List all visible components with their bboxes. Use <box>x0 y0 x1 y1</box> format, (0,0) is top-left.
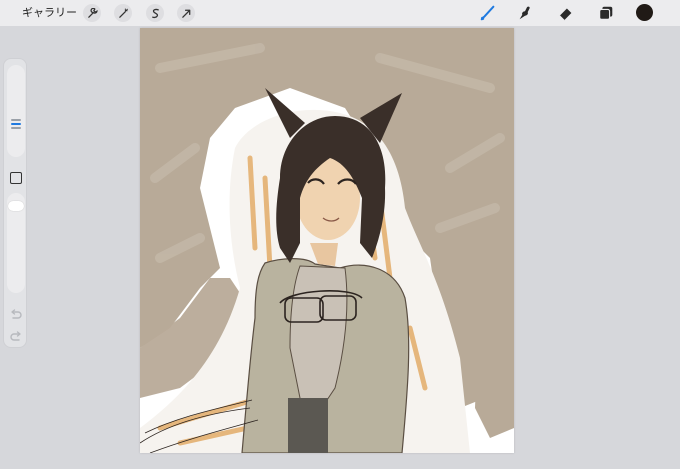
wrench-icon[interactable] <box>83 4 101 22</box>
top-toolbar: ギャラリー <box>0 0 680 26</box>
procreate-app: ギャラリー <box>0 0 680 469</box>
gallery-button[interactable]: ギャラリー <box>22 4 77 22</box>
eraser-icon[interactable] <box>556 3 576 23</box>
selection-icon[interactable] <box>146 4 164 22</box>
smudge-icon[interactable] <box>515 3 535 23</box>
pants <box>288 398 328 453</box>
brush-size-slider[interactable] <box>7 65 25 157</box>
layers-icon[interactable] <box>596 3 616 23</box>
drawing-canvas[interactable] <box>140 28 514 453</box>
magic-wand-icon[interactable] <box>114 4 132 22</box>
artwork-illustration <box>140 28 514 453</box>
brush-opacity-handle[interactable] <box>8 201 24 211</box>
left-sidebar <box>3 58 27 348</box>
brush-size-handle[interactable] <box>8 117 24 131</box>
brush-opacity-slider[interactable] <box>7 193 25 293</box>
color-picker-swatch[interactable] <box>636 4 653 21</box>
undo-icon[interactable] <box>9 309 23 321</box>
modify-square-button[interactable] <box>10 172 22 184</box>
redo-icon[interactable] <box>9 331 23 343</box>
transform-arrow-icon[interactable] <box>177 4 195 22</box>
brush-icon[interactable] <box>478 3 498 23</box>
